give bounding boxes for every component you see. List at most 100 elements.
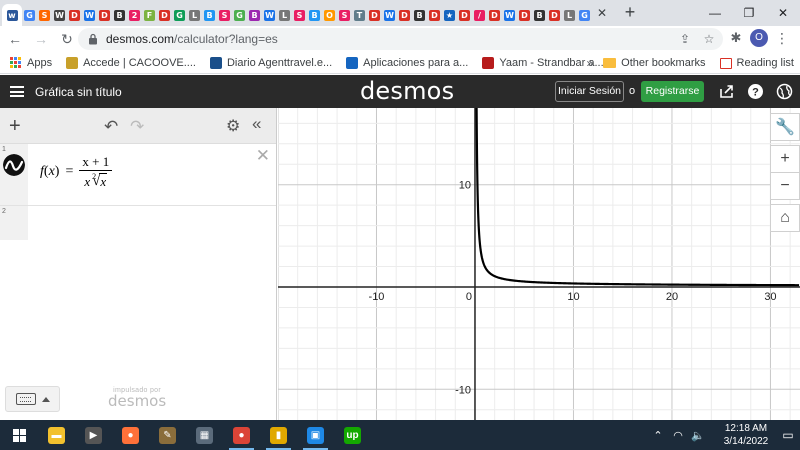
clock[interactable]: 12:18 AM 3/14/2022 [716,422,776,448]
taskbar-app[interactable]: ▣ [297,420,334,450]
chevron-up-icon[interactable]: ⌃ [650,429,666,442]
taskbar-app[interactable]: up [334,420,371,450]
browser-tab[interactable]: S [292,4,307,26]
browser-tab[interactable]: D [67,4,82,26]
taskbar-app[interactable]: ● [223,420,260,450]
browser-tab[interactable]: D [517,4,532,26]
share-graph-icon[interactable] [718,83,735,100]
minimize-icon[interactable]: — [698,0,732,26]
browser-tab[interactable]: L [187,4,202,26]
math-expression[interactable]: f (x) = x + 1 x 2 √ x [40,154,113,190]
close-tab-icon[interactable]: ✕ [594,5,610,21]
taskbar-app[interactable]: ▶ [75,420,112,450]
zoom-in-icon[interactable]: + [770,145,800,173]
browser-tab[interactable]: D [397,4,412,26]
help-icon[interactable]: ? [747,83,764,100]
extensions-icon[interactable]: ✱ [728,30,744,46]
taskbar-app[interactable]: ▬ [38,420,75,450]
more-bookmarks-icon[interactable]: » [586,56,593,70]
gear-icon[interactable]: ⚙ [226,116,240,136]
browser-tab[interactable]: L [277,4,292,26]
signin-button[interactable]: Iniciar Sesión [555,81,624,102]
browser-tab[interactable]: D [457,4,472,26]
browser-tab[interactable]: O [322,4,337,26]
browser-tab[interactable]: F [142,4,157,26]
restore-icon[interactable]: ❐ [732,0,766,26]
browser-tab[interactable]: B [112,4,127,26]
browser-tab[interactable]: B [202,4,217,26]
browser-tab[interactable]: 2 [127,4,142,26]
language-globe-icon[interactable] [776,83,793,100]
zoom-out-icon[interactable]: − [770,172,800,200]
browser-tab[interactable]: B [412,4,427,26]
profile-avatar[interactable]: O [750,29,768,47]
browser-tab[interactable]: w [2,4,22,26]
browser-tab[interactable]: G [577,4,592,26]
add-item-icon[interactable]: + [9,116,21,136]
curve-style-icon[interactable] [3,154,25,176]
browser-tab[interactable]: / [472,4,487,26]
browser-tab[interactable]: S [37,4,52,26]
bookmark-item[interactable]: Accede | CACOOVE.... [66,56,196,69]
star-icon[interactable]: ☆ [701,31,717,47]
browser-tab[interactable]: D [487,4,502,26]
browser-tab[interactable]: D [97,4,112,26]
bookmark-apps[interactable]: Apps [10,56,52,69]
taskbar-app[interactable]: ● [112,420,149,450]
browser-tab[interactable]: G [22,4,37,26]
graph-title[interactable]: Gráfica sin título [35,85,122,99]
browser-tab[interactable]: G [172,4,187,26]
delete-expression-icon[interactable]: ✕ [256,146,270,166]
browser-tab[interactable]: D [367,4,382,26]
bookmark-item[interactable]: Diario Agenttravel.e... [209,56,332,69]
browser-tab[interactable]: D [547,4,562,26]
wifi-icon[interactable]: ◠ [670,429,686,442]
menu-icon[interactable]: ⋮ [774,30,790,47]
browser-tab[interactable]: ★ [442,4,457,26]
graph-settings-wrench-icon[interactable]: 🔧 [770,113,800,141]
hamburger-icon[interactable] [10,86,24,97]
forward-icon[interactable]: → [30,28,52,50]
browser-tab[interactable]: B [307,4,322,26]
browser-tab[interactable]: S [337,4,352,26]
denominator: x 2 √ x [84,171,108,190]
graph-paper[interactable]: -10 0 10 20 30 10 -10 [278,108,800,420]
undo-icon[interactable]: ↶ [104,117,118,137]
taskbar-app[interactable]: ▮ [260,420,297,450]
register-button[interactable]: Registrarse [641,81,704,102]
browser-tab[interactable]: D [427,4,442,26]
browser-tab[interactable]: B [247,4,262,26]
redo-icon[interactable]: ↷ [130,117,144,137]
browser-tab[interactable]: B [532,4,547,26]
share-icon[interactable]: ⇪ [677,31,693,47]
browser-tab[interactable]: L [562,4,577,26]
browser-tab[interactable]: T [352,4,367,26]
browser-tab[interactable]: S [217,4,232,26]
browser-tab[interactable]: G [232,4,247,26]
browser-tab[interactable]: W [52,4,67,26]
expression-row-empty[interactable]: 2 [0,206,276,240]
new-tab-button[interactable]: + [618,1,642,25]
keyboard-toggle-button[interactable] [5,386,60,412]
expression-row[interactable]: 1 f (x) = x + 1 x 2 √ x ✕ [0,144,276,206]
volume-icon[interactable]: 🔈 [690,429,706,442]
address-bar[interactable]: desmos.com/calculator?lang=es ⇪ ☆ [78,28,723,50]
browser-tab[interactable]: D [157,4,172,26]
bookmark-item[interactable]: Aplicaciones para a... [346,56,468,69]
close-window-icon[interactable]: ✕ [766,0,800,26]
reading-list[interactable]: Reading list [719,57,794,69]
other-bookmarks[interactable]: Other bookmarks [603,57,706,69]
taskbar-app[interactable]: ▦ [186,420,223,450]
reload-icon[interactable]: ↻ [56,28,78,50]
graph-canvas[interactable]: -10 0 10 20 30 10 -10 [278,108,800,420]
browser-tab[interactable]: W [82,4,97,26]
back-icon[interactable]: ← [4,28,26,50]
notifications-icon[interactable]: ▭ [776,420,800,450]
browser-tab[interactable]: W [382,4,397,26]
taskbar-app[interactable]: ✎ [149,420,186,450]
browser-tab[interactable]: W [262,4,277,26]
windows-start-icon[interactable] [13,428,26,442]
home-icon[interactable]: ⌂ [770,204,800,232]
browser-tab[interactable]: W [502,4,517,26]
collapse-panel-icon[interactable]: « [252,114,261,134]
